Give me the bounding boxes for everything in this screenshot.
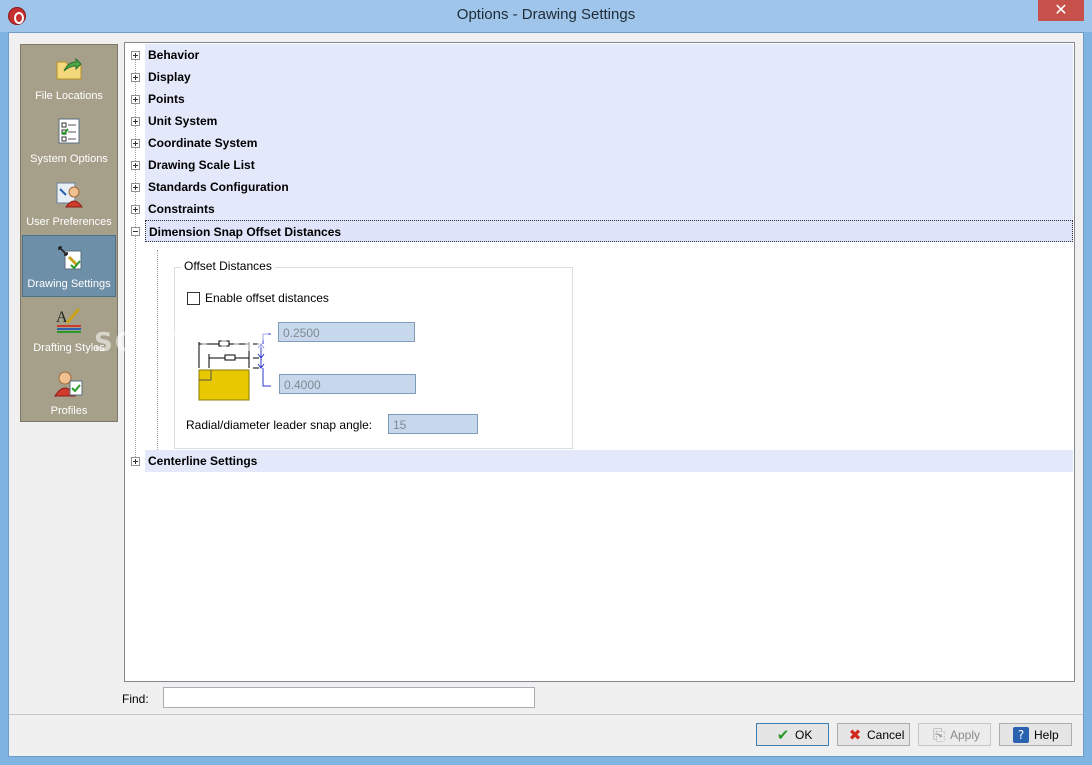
tree-item-centerline-settings[interactable]: Centerline Settings [145, 450, 1073, 472]
tree-item-constraints[interactable]: Constraints [145, 198, 1073, 220]
checklist-icon [58, 118, 80, 144]
category-label: System Options [30, 153, 108, 165]
tree-item-standards-configuration[interactable]: Standards Configuration [145, 176, 1073, 198]
drafting-styles-icon: A [56, 308, 81, 333]
category-label: File Locations [35, 90, 103, 102]
offset2-input[interactable]: 0.4000 [279, 374, 416, 394]
find-label: Find: [122, 692, 149, 706]
cancel-button-label: Cancel [867, 728, 905, 742]
tree-item-label: Centerline Settings [148, 454, 258, 468]
offset1-input[interactable]: 0.2500 [278, 322, 415, 342]
drawing-settings-icon [58, 246, 82, 270]
footer-divider [9, 714, 1083, 715]
tree-item-coordinate-system[interactable]: Coordinate System [145, 132, 1073, 154]
options-window: Options - Drawing Settings ✕ File Locati… [0, 0, 1092, 765]
folder-arrow-icon [56, 57, 82, 80]
help-button[interactable]: ? Help [999, 723, 1072, 746]
radial-snap-angle-label: Radial/diameter leader snap angle: [186, 418, 373, 432]
tree-item-label: Display [148, 70, 191, 84]
expand-toggle-icon[interactable] [131, 73, 140, 82]
svg-text:A: A [56, 309, 68, 326]
category-label: Profiles [50, 405, 88, 417]
tree-item-label: Drawing Scale List [148, 158, 255, 172]
cancel-button[interactable]: ✖ Cancel [837, 723, 910, 746]
tree-item-label: Standards Configuration [148, 180, 289, 194]
tree-item-label: Dimension Snap Offset Distances [149, 225, 342, 239]
collapse-toggle-icon[interactable] [131, 227, 140, 236]
tree-item-display[interactable]: Display [145, 66, 1073, 88]
expand-toggle-icon[interactable] [131, 161, 140, 170]
tree-item-points[interactable]: Points [145, 88, 1073, 110]
apply-icon: ⎘ [932, 726, 945, 744]
tree-item-dimension-snap-offset-distances[interactable]: Dimension Snap Offset Distances [145, 220, 1073, 242]
close-button[interactable]: ✕ [1038, 0, 1084, 21]
tree-item-unit-system[interactable]: Unit System [145, 110, 1073, 132]
help-question-icon: ? [1013, 727, 1029, 743]
tree-connector [135, 53, 136, 463]
category-file-locations[interactable]: File Locations [22, 46, 116, 108]
expand-toggle-icon[interactable] [131, 183, 140, 192]
offset-distances-group: Offset Distances Enable offset distances [174, 259, 573, 449]
checkmark-icon: ✔ [776, 726, 790, 744]
category-sidebar: File Locations System Options User Prefe… [20, 44, 118, 422]
settings-tree[interactable]: Behavior Display Points Unit System Coor… [124, 42, 1075, 682]
apply-button-label: Apply [950, 728, 981, 742]
profiles-icon [54, 371, 83, 397]
category-profiles[interactable]: Profiles [22, 361, 116, 423]
tree-item-label: Behavior [148, 48, 200, 62]
expand-toggle-icon[interactable] [131, 95, 140, 104]
apply-button[interactable]: ⎘ Apply [918, 723, 991, 746]
close-x-icon: ✖ [848, 726, 862, 744]
expand-toggle-icon[interactable] [131, 205, 140, 214]
tree-item-label: Constraints [148, 202, 215, 216]
tree-item-label: Coordinate System [148, 136, 258, 150]
category-label: Drawing Settings [27, 278, 111, 290]
ok-button-label: OK [795, 728, 813, 742]
ok-button[interactable]: ✔ OK [756, 723, 829, 746]
find-input[interactable] [163, 687, 535, 708]
tree-item-label: Unit System [148, 114, 218, 128]
tree-item-label: Points [148, 92, 185, 106]
softpedia-watermark: SOFTPEDIA [94, 328, 277, 358]
category-label: User Preferences [26, 216, 112, 228]
enable-offset-distances-checkbox[interactable] [187, 292, 200, 305]
expand-toggle-icon[interactable] [131, 117, 140, 126]
dialog-body: File Locations System Options User Prefe… [8, 32, 1084, 757]
radial-snap-angle-input[interactable]: 15 [388, 414, 478, 434]
help-button-label: Help [1034, 728, 1059, 742]
category-drawing-settings[interactable]: Drawing Settings [22, 235, 116, 297]
category-system-options[interactable]: System Options [22, 109, 116, 171]
title-bar[interactable]: Options - Drawing Settings ✕ [0, 0, 1092, 32]
window-title: Options - Drawing Settings [456, 6, 636, 23]
expand-toggle-icon[interactable] [131, 51, 140, 60]
expand-toggle-icon[interactable] [131, 139, 140, 148]
expand-toggle-icon[interactable] [131, 457, 140, 466]
group-title: Offset Distances [181, 259, 275, 273]
enable-offset-distances-label: Enable offset distances [205, 291, 329, 305]
tree-item-behavior[interactable]: Behavior [145, 44, 1073, 66]
category-user-preferences[interactable]: User Preferences [22, 172, 116, 234]
user-preferences-icon [56, 182, 83, 208]
tree-item-drawing-scale-list[interactable]: Drawing Scale List [145, 154, 1073, 176]
